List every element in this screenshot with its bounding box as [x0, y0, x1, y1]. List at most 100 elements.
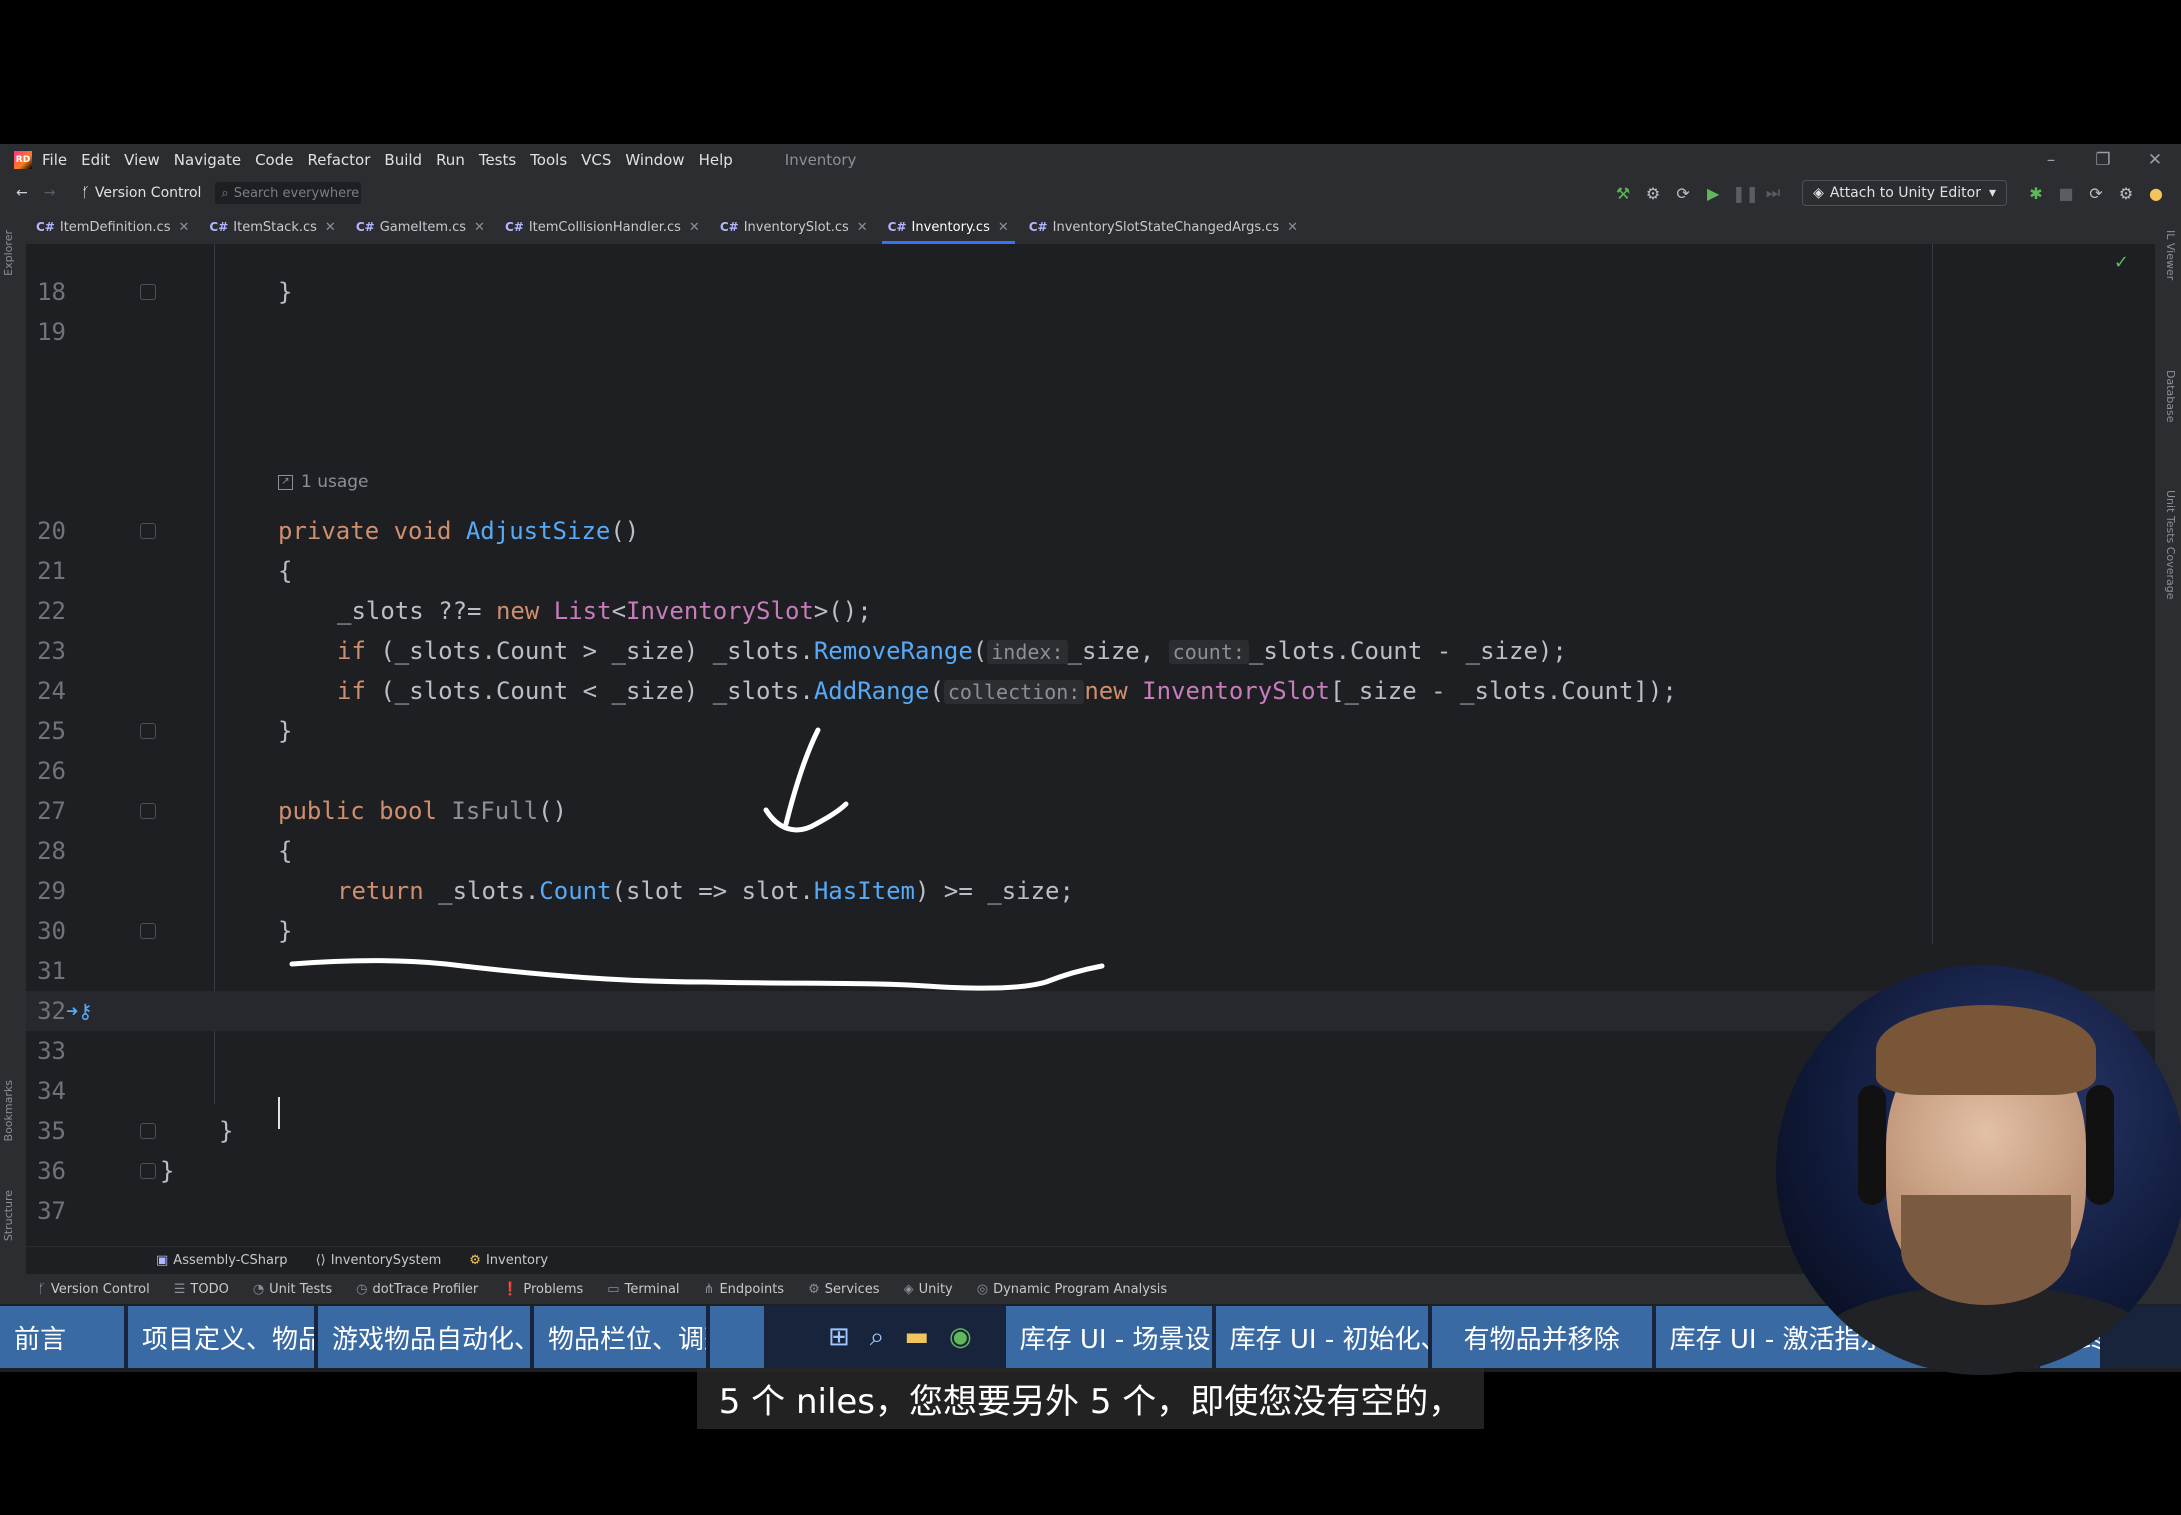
tool-label: Services — [824, 1281, 880, 1297]
version-control-button[interactable]: ᚶ Version Control — [81, 185, 201, 201]
tool-label: Dynamic Program Analysis — [993, 1281, 1168, 1297]
chapter-item[interactable] — [710, 1306, 764, 1368]
il-viewer-tool-label[interactable]: IL Viewer — [2164, 230, 2177, 280]
tab-close-icon[interactable]: ✕ — [1287, 220, 1298, 235]
subtitle-text: 5 个 niles，您想要另外 5 个，即使您没有空的， — [696, 1368, 1485, 1429]
endpoints-icon: ⋔ — [703, 1281, 715, 1297]
tool-endpoints[interactable]: ⋔ Endpoints — [704, 1282, 785, 1297]
search-everywhere[interactable]: ⌕ Search everywhere — [215, 182, 362, 204]
headphone-right — [2086, 1085, 2114, 1205]
class-icon: ⚙ — [469, 1253, 481, 1268]
tool-label: Terminal — [624, 1281, 680, 1297]
csharp-icon: C# — [355, 220, 375, 234]
tool-terminal[interactable]: ▭ Terminal — [607, 1282, 679, 1297]
tool-label: Endpoints — [719, 1281, 785, 1297]
menu-window[interactable]: Window — [625, 151, 684, 169]
webcam-hair — [1876, 1005, 2096, 1095]
explorer-tool-label[interactable]: Explorer — [2, 230, 15, 276]
build-hammer-icon[interactable]: ⚒ — [1612, 184, 1634, 203]
chapter-item[interactable]: 游戏物品自动化、 — [318, 1306, 530, 1368]
menu-refactor[interactable]: Refactor — [307, 151, 370, 169]
tab-close-icon[interactable]: ✕ — [474, 220, 485, 235]
tab-label: ItemCollisionHandler.cs — [528, 219, 681, 235]
chapter-item[interactable]: 库存 UI - 场景设 — [1005, 1306, 1212, 1368]
version-control-label: Version Control — [94, 185, 202, 201]
stop-icon[interactable]: ■ — [2055, 184, 2077, 203]
more-run-icon[interactable]: ⟳ — [2085, 184, 2107, 203]
pause-icon[interactable]: ❚❚ — [1732, 184, 1759, 203]
tab-item-collision-handler[interactable]: C# ItemCollisionHandler.cs ✕ — [495, 210, 710, 244]
tab-close-icon[interactable]: ✕ — [325, 220, 336, 235]
tool-todo[interactable]: ☰ TODO — [174, 1282, 229, 1297]
coverage-tool-label[interactable]: Unit Tests Coverage — [2164, 490, 2177, 599]
webcam-beard — [1901, 1195, 2071, 1305]
forward-arrow-icon[interactable]: → — [44, 185, 56, 201]
database-tool-label[interactable]: Database — [2164, 370, 2177, 423]
tab-game-item[interactable]: C# GameItem.cs ✕ — [346, 210, 495, 244]
tab-close-icon[interactable]: ✕ — [998, 220, 1009, 235]
tool-label: Version Control — [50, 1281, 150, 1297]
menu-run[interactable]: Run — [436, 151, 465, 169]
tool-unit-tests[interactable]: ◔ Unit Tests — [253, 1282, 332, 1297]
tab-close-icon[interactable]: ✕ — [689, 220, 700, 235]
tool-problems[interactable]: ❗ Problems — [502, 1282, 583, 1297]
namespace-icon: ⟨⟩ — [315, 1253, 326, 1268]
breadcrumb-assembly[interactable]: ▣ Assembly-CSharp — [156, 1253, 288, 1268]
browser-icon[interactable]: ◉ — [949, 1322, 972, 1352]
chapter-item[interactable]: 项目定义、物品 — [128, 1306, 314, 1368]
services-icon: ⚙ — [808, 1281, 820, 1297]
list-icon: ☰ — [173, 1281, 186, 1297]
refresh-icon[interactable]: ⟳ — [1672, 184, 1694, 203]
structure-tool-label[interactable]: Structure — [2, 1190, 15, 1241]
tool-unity[interactable]: ◈ Unity — [904, 1282, 953, 1297]
breadcrumb-namespace[interactable]: ⟨⟩ InventorySystem — [316, 1253, 442, 1268]
tab-inventory[interactable]: C# Inventory.cs ✕ — [878, 210, 1019, 244]
windows-start-icon[interactable]: ⊞ — [828, 1322, 850, 1352]
tab-inventory-slot-state-changed-args[interactable]: C# InventorySlotStateChangedArgs.cs ✕ — [1019, 210, 1308, 244]
tab-close-icon[interactable]: ✕ — [178, 220, 189, 235]
chapter-item[interactable]: 前言 — [0, 1306, 124, 1368]
problems-icon: ❗ — [502, 1281, 519, 1297]
menu-view[interactable]: View — [124, 151, 160, 169]
step-icon[interactable]: ⏭ — [1762, 183, 1784, 203]
menu-edit[interactable]: Edit — [81, 151, 110, 169]
run-icon[interactable]: ▶ — [1702, 184, 1724, 203]
debug-config-icon[interactable]: ⚙ — [1642, 184, 1664, 203]
tab-item-definition[interactable]: C# ItemDefinition.cs ✕ — [26, 210, 199, 244]
chapter-item[interactable]: 库存 UI - 初始化、 — [1215, 1306, 1428, 1368]
search-icon[interactable]: ⌕ — [870, 1322, 885, 1353]
tab-label: InventorySlotStateChangedArgs.cs — [1052, 219, 1280, 235]
tab-label: ItemStack.cs — [233, 219, 317, 235]
menu-build[interactable]: Build — [384, 151, 422, 169]
menu-file[interactable]: File — [42, 151, 67, 169]
chapter-item[interactable]: 有物品并移除 — [1431, 1306, 1652, 1368]
tool-dottrace[interactable]: ◷ dotTrace Profiler — [356, 1282, 478, 1297]
tab-close-icon[interactable]: ✕ — [857, 220, 868, 235]
restore-icon[interactable]: ❐ — [2077, 144, 2129, 176]
menu-tools[interactable]: Tools — [530, 151, 567, 169]
menu-code[interactable]: Code — [255, 151, 293, 169]
close-icon[interactable]: ✕ — [2129, 144, 2181, 176]
folder-icon[interactable]: ▬ — [904, 1322, 929, 1352]
notification-icon[interactable]: ● — [2145, 184, 2167, 203]
attach-unity-dropdown[interactable]: ◈ Attach to Unity Editor ▾ — [1802, 180, 2007, 206]
menu-navigate[interactable]: Navigate — [174, 151, 241, 169]
breadcrumb-label: Assembly-CSharp — [173, 1253, 288, 1268]
settings-gear-icon[interactable]: ⚙ — [2115, 184, 2137, 203]
bug-icon[interactable]: ✱ — [2025, 184, 2047, 203]
bookmarks-tool-label[interactable]: Bookmarks — [2, 1080, 15, 1141]
back-arrow-icon[interactable]: ← — [16, 185, 28, 201]
menu-vcs[interactable]: VCS — [581, 151, 611, 169]
chapter-item[interactable]: 物品栏位、调整尺 — [534, 1306, 706, 1368]
breadcrumb-class[interactable]: ⚙ Inventory — [469, 1253, 548, 1268]
attach-label: Attach to Unity Editor — [1829, 185, 1981, 201]
minimize-icon[interactable]: – — [2025, 144, 2077, 176]
hand-drawn-arrow — [763, 727, 849, 833]
menu-tests[interactable]: Tests — [479, 151, 516, 169]
tab-item-stack[interactable]: C# ItemStack.cs ✕ — [199, 210, 345, 244]
menu-help[interactable]: Help — [699, 151, 733, 169]
tool-dynamic-analysis[interactable]: ◎ Dynamic Program Analysis — [977, 1282, 1167, 1297]
tab-inventory-slot[interactable]: C# InventorySlot.cs ✕ — [710, 210, 878, 244]
tool-services[interactable]: ⚙ Services — [808, 1282, 879, 1297]
tool-version-control[interactable]: ᚶ Version Control — [38, 1282, 150, 1297]
